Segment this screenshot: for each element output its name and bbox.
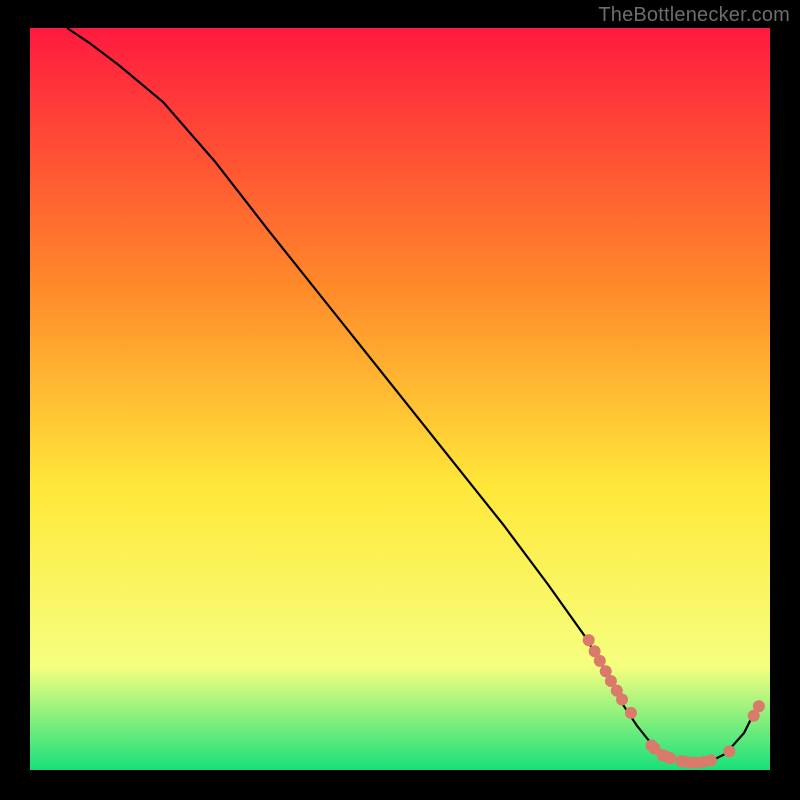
- data-marker: [616, 694, 628, 706]
- data-marker: [723, 745, 735, 757]
- data-marker: [705, 754, 717, 766]
- data-marker: [594, 655, 606, 667]
- data-marker: [664, 752, 676, 764]
- data-marker: [583, 634, 595, 646]
- chart-container: TheBottlenecker.com: [0, 0, 800, 800]
- plot-background: [30, 28, 770, 770]
- watermark-text: TheBottlenecker.com: [598, 4, 790, 27]
- data-marker: [625, 707, 637, 719]
- data-marker: [753, 700, 765, 712]
- bottleneck-chart: [0, 0, 800, 800]
